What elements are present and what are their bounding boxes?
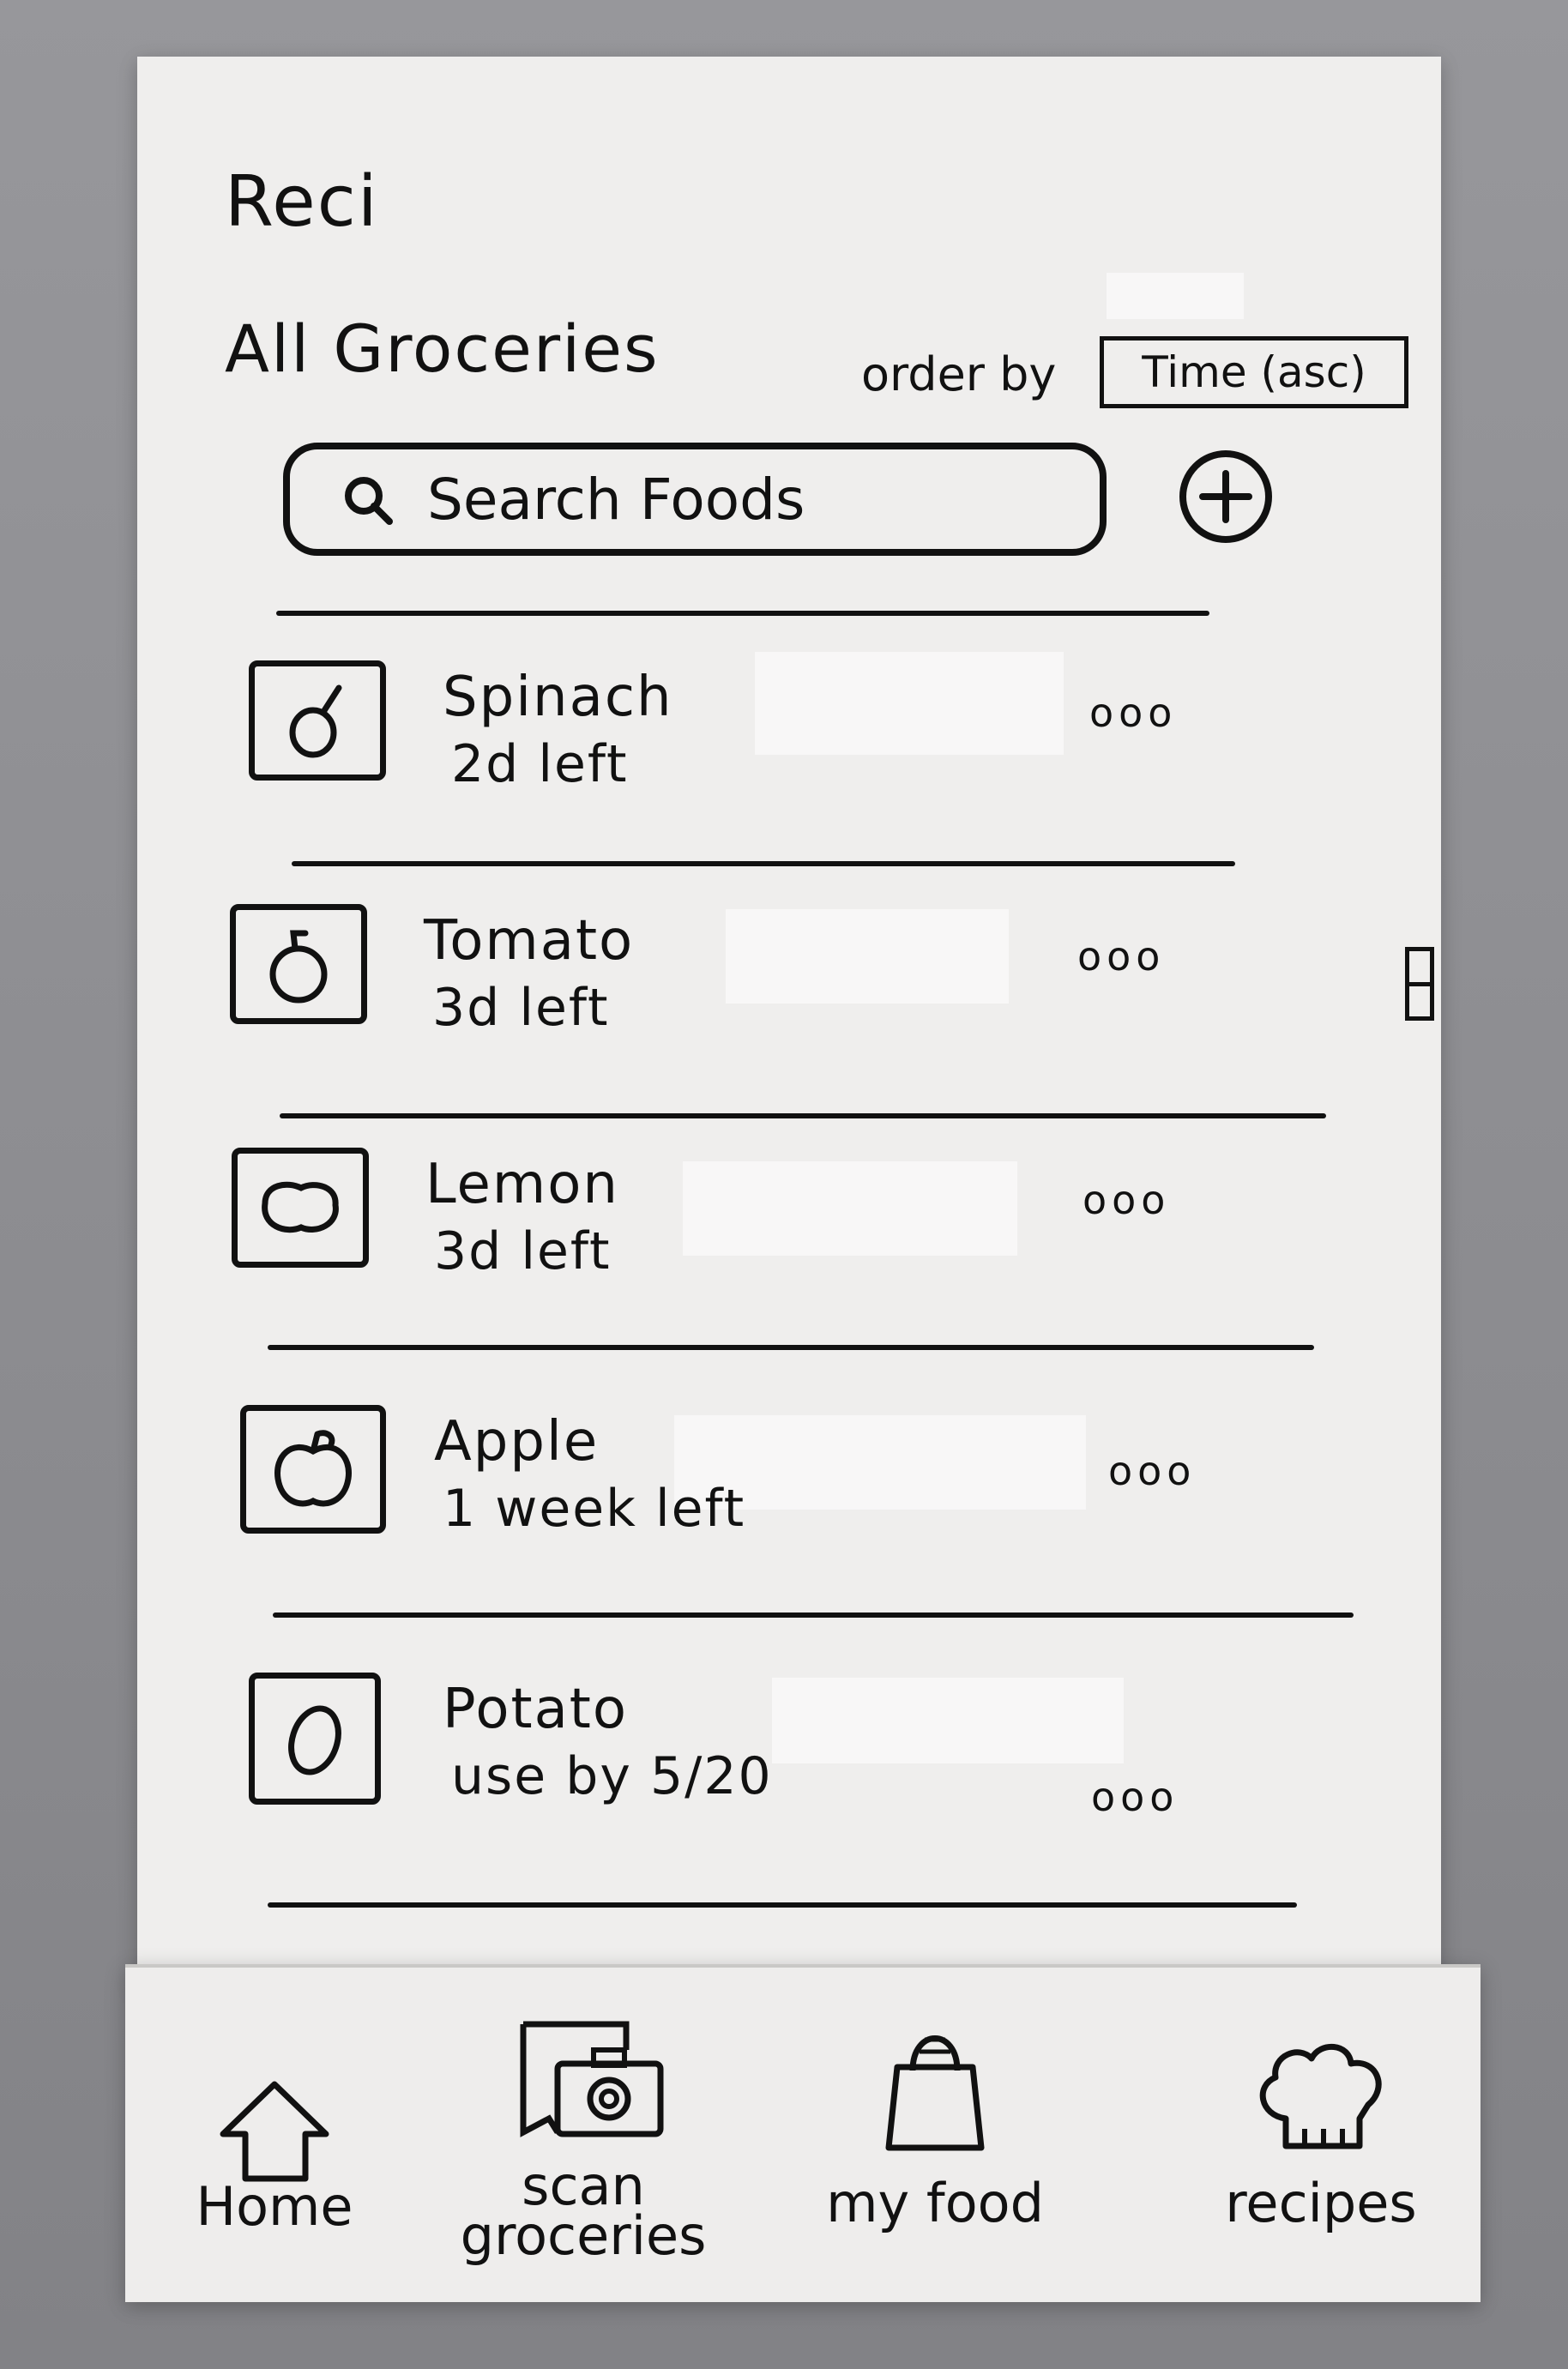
- item-name: Potato: [443, 1678, 629, 1741]
- item-status: 2d left: [451, 734, 629, 794]
- add-item-button[interactable]: [1177, 448, 1275, 546]
- list-item[interactable]: Lemon 3d left ooo: [232, 1148, 1218, 1293]
- item-name: Spinach: [443, 666, 673, 729]
- list-item[interactable]: Tomato 3d left ooo: [230, 904, 1216, 1050]
- divider: [268, 1902, 1297, 1908]
- item-thumbnail: [249, 1673, 381, 1805]
- item-status: 3d left: [432, 978, 610, 1038]
- order-by-select[interactable]: Time (asc): [1100, 336, 1408, 408]
- shopping-bag-icon: [885, 2035, 985, 2151]
- page-title: All Groceries: [225, 310, 660, 387]
- item-thumbnail: [240, 1405, 386, 1534]
- divider: [292, 861, 1235, 866]
- order-by-value: Time (asc): [1142, 347, 1366, 397]
- nav-label: Home: [196, 2175, 353, 2238]
- more-options-button[interactable]: ooo: [1083, 1177, 1170, 1223]
- divider: [268, 1345, 1314, 1350]
- chef-hat-icon: [1259, 2043, 1382, 2149]
- item-name: Apple: [434, 1410, 600, 1474]
- nav-home[interactable]: Home: [146, 2016, 403, 2290]
- more-options-button[interactable]: ooo: [1089, 690, 1177, 736]
- search-placeholder: Search Foods: [427, 466, 805, 533]
- divider: [280, 1113, 1326, 1118]
- item-status: use by 5/20: [451, 1746, 773, 1806]
- divider: [273, 1612, 1354, 1618]
- item-thumbnail: [232, 1148, 369, 1268]
- list-item[interactable]: Spinach 2d left ooo: [249, 660, 1235, 806]
- app-title: Reci: [225, 161, 379, 243]
- tomato-icon: [269, 930, 328, 1004]
- order-by-label: order by: [861, 347, 1057, 401]
- nav-recipes[interactable]: recipes: [1184, 2016, 1458, 2290]
- divider: [276, 611, 1209, 616]
- spinach-icon: [289, 684, 342, 758]
- nav-my-food[interactable]: my food: [806, 2016, 1064, 2290]
- list-item[interactable]: Potato use by 5/20 ooo: [249, 1673, 1244, 1820]
- item-status: 1 week left: [443, 1479, 746, 1539]
- potato-icon: [288, 1705, 341, 1775]
- nav-label: scan groceries: [460, 2155, 707, 2267]
- item-name: Lemon: [425, 1153, 619, 1216]
- list-item[interactable]: Apple 1 week left ooo: [240, 1405, 1244, 1551]
- nav-scan-groceries[interactable]: scan groceries: [446, 2016, 721, 2290]
- tape-strip: [1107, 273, 1244, 319]
- item-status: 3d left: [434, 1221, 612, 1281]
- nav-label: my food: [826, 2172, 1044, 2234]
- search-input[interactable]: Search Foods: [283, 443, 1107, 556]
- item-thumbnail: [230, 904, 367, 1024]
- sketch-photo: Reci All Groceries order by Time (asc) S…: [0, 0, 1568, 2369]
- more-options-button[interactable]: ooo: [1091, 1774, 1179, 1820]
- more-options-button[interactable]: ooo: [1077, 933, 1165, 980]
- scan-camera-icon: [520, 2021, 664, 2137]
- scrollbar-handle[interactable]: [1405, 947, 1434, 1021]
- search-icon: [345, 477, 393, 525]
- nav-label: recipes: [1225, 2172, 1417, 2234]
- item-thumbnail: [249, 660, 386, 781]
- more-options-button[interactable]: ooo: [1108, 1448, 1196, 1494]
- apple-icon: [274, 1430, 352, 1507]
- lemon-icon: [262, 1181, 339, 1233]
- item-name: Tomato: [424, 909, 635, 973]
